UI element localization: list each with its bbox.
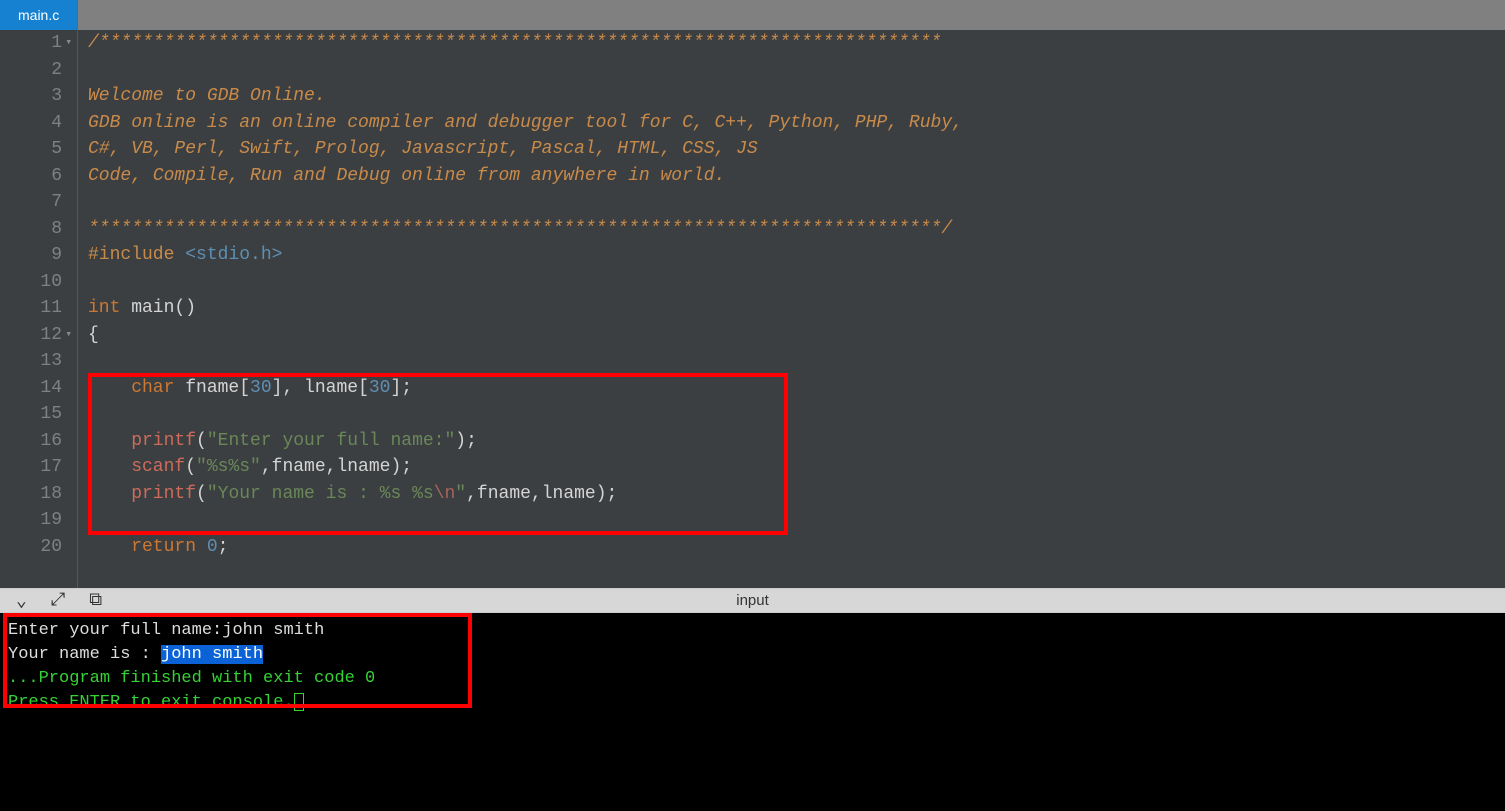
copy-icon[interactable]: ⧉	[89, 590, 102, 611]
code-text: return	[88, 537, 196, 557]
code-text: "	[455, 484, 466, 504]
code-text: scanf	[88, 457, 185, 477]
code-text: \n	[434, 484, 456, 504]
code-text: "%s%s"	[196, 457, 261, 477]
line-number: 4	[51, 110, 62, 137]
line-number: 7	[51, 189, 62, 216]
console-text: Your name is :	[8, 645, 161, 664]
tab-label: main.c	[18, 7, 59, 23]
code-text: GDB online is an online compiler and deb…	[88, 113, 974, 133]
line-number: 15	[40, 401, 62, 428]
code-text: ****************************************…	[88, 219, 952, 239]
code-text: {	[88, 325, 99, 345]
console-toolbar: ⌄ ⤢ ⧉ input	[0, 588, 1505, 613]
console-text: Press ENTER to exit console.	[8, 693, 294, 712]
fold-marker-icon[interactable]: ▾	[65, 322, 72, 349]
console-text: Enter your full name:	[8, 621, 222, 640]
line-number: 9	[51, 242, 62, 269]
code-text: (	[196, 484, 207, 504]
code-text: ,fname,lname);	[261, 457, 412, 477]
code-content[interactable]: /***************************************…	[78, 30, 1505, 588]
code-text: ], lname[	[272, 378, 369, 398]
code-text: (	[185, 457, 196, 477]
code-text: ;	[218, 537, 229, 557]
line-number: 1	[51, 30, 62, 57]
code-text: (	[196, 431, 207, 451]
code-text: Welcome to GDB Online.	[88, 86, 326, 106]
chevron-down-icon[interactable]: ⌄	[16, 590, 27, 612]
line-number: 18	[40, 481, 62, 508]
console-selected-text: john smith	[161, 645, 263, 664]
console-text: ...Program finished with exit code 0	[8, 669, 375, 688]
line-number: 6	[51, 163, 62, 190]
line-number-gutter: 1▾ 2 3 4 5 6 7 8 9 10 11 12▾ 13 14 15 16…	[0, 30, 78, 588]
expand-icon[interactable]: ⤢	[51, 590, 65, 611]
code-text: printf	[88, 484, 196, 504]
code-text: 30	[250, 378, 272, 398]
code-text: );	[455, 431, 477, 451]
code-text: /***************************************…	[88, 33, 941, 53]
code-text: "Enter your full name:"	[207, 431, 455, 451]
code-text	[196, 537, 207, 557]
line-number: 5	[51, 136, 62, 163]
line-number: 10	[40, 269, 62, 296]
code-text: 30	[369, 378, 391, 398]
code-text: "Your name is : %s %s	[207, 484, 434, 504]
code-text: main()	[120, 298, 196, 318]
line-number: 2	[51, 57, 62, 84]
tab-bar-spacer	[78, 0, 1505, 30]
code-text: Code, Compile, Run and Debug online from…	[88, 166, 725, 186]
code-text: fname[	[174, 378, 250, 398]
fold-marker-icon[interactable]: ▾	[65, 30, 72, 57]
input-tab-label[interactable]: input	[736, 592, 769, 609]
line-number: 16	[40, 428, 62, 455]
code-text: 0	[207, 537, 218, 557]
line-number: 20	[40, 534, 62, 561]
code-text	[88, 510, 131, 530]
console-output[interactable]: Enter your full name:john smith Your nam…	[0, 613, 1505, 811]
line-number: 14	[40, 375, 62, 402]
code-text: printf	[88, 431, 196, 451]
console-text: john smith	[222, 621, 324, 640]
console-cursor-icon	[294, 693, 304, 711]
code-text: <stdio.h>	[174, 245, 282, 265]
line-number: 13	[40, 348, 62, 375]
line-number: 11	[40, 295, 62, 322]
file-tab-main-c[interactable]: main.c	[0, 0, 78, 30]
code-text: ,fname,lname);	[466, 484, 617, 504]
code-text	[88, 404, 131, 424]
tab-bar: main.c	[0, 0, 1505, 30]
line-number: 12	[40, 322, 62, 349]
line-number: 17	[40, 454, 62, 481]
code-text: #include	[88, 245, 174, 265]
code-text: int	[88, 298, 120, 318]
line-number: 3	[51, 83, 62, 110]
line-number: 8	[51, 216, 62, 243]
code-editor[interactable]: 1▾ 2 3 4 5 6 7 8 9 10 11 12▾ 13 14 15 16…	[0, 30, 1505, 588]
code-text: ];	[390, 378, 412, 398]
line-number: 19	[40, 507, 62, 534]
code-text: char	[88, 378, 174, 398]
code-text: C#, VB, Perl, Swift, Prolog, Javascript,…	[88, 139, 758, 159]
